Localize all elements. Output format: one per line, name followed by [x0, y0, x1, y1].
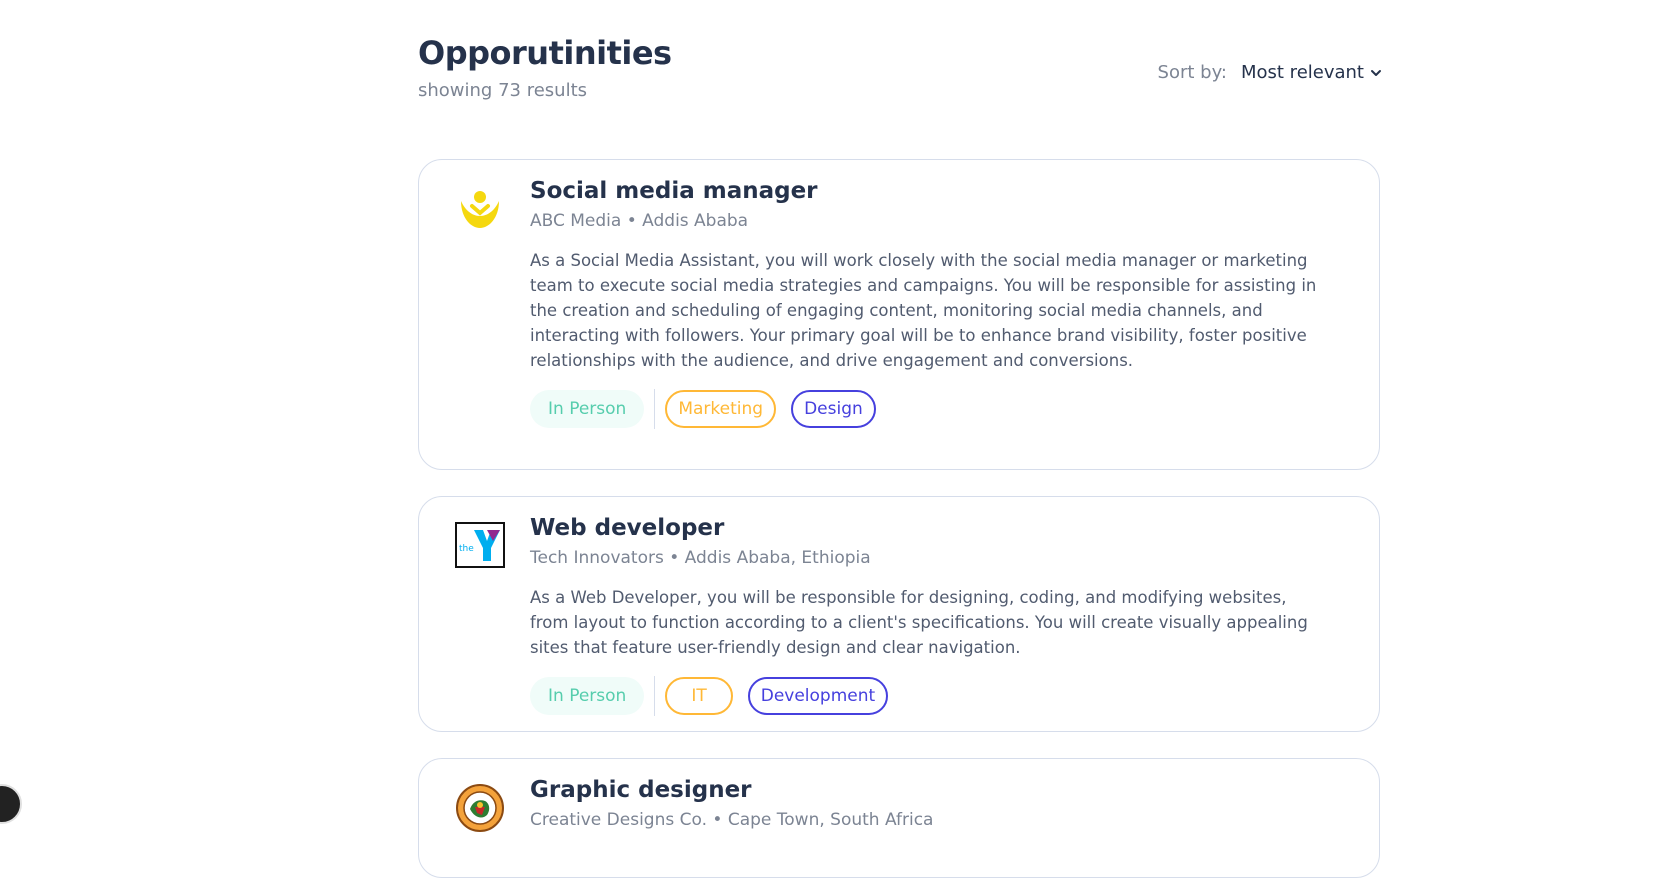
job-card[interactable]: the Web developer Tech Innovators • Addi… — [418, 496, 1380, 732]
page-header: Opporutinities showing 73 results Sort b… — [418, 0, 1382, 158]
page-title: Opporutinities — [418, 34, 672, 72]
opportunities-page: Opporutinities showing 73 results Sort b… — [418, 0, 1382, 878]
tag-divider — [654, 676, 656, 716]
sort-value: Most relevant — [1240, 62, 1364, 83]
job-card-body: Graphic designer Creative Designs Co. • … — [530, 775, 1320, 831]
job-title[interactable]: Graphic designer — [530, 775, 1320, 805]
yellow-person-logo-icon — [456, 185, 504, 233]
circular-emblem-logo-icon — [456, 784, 504, 832]
job-title[interactable]: Social media manager — [530, 176, 1320, 206]
job-card[interactable]: Graphic designer Creative Designs Co. • … — [418, 758, 1380, 878]
sort-label: Sort by: — [1157, 62, 1227, 83]
job-description: As a Web Developer, you will be responsi… — [530, 588, 1308, 657]
job-tags: In Person Marketing Design — [530, 389, 1320, 429]
job-company-location: Tech Innovators • Addis Ababa, Ethiopia — [530, 548, 871, 568]
tag-divider — [654, 389, 656, 429]
location-tag: In Person — [530, 390, 645, 428]
job-card-body: Web developer Tech Innovators • Addis Ab… — [530, 513, 1320, 716]
sort-control: Sort by: Most relevant — [1158, 62, 1382, 83]
location-tag: In Person — [530, 677, 645, 715]
category-tag: Marketing — [665, 390, 777, 428]
the-y-logo-icon: the — [455, 522, 505, 568]
chevron-down-icon — [1371, 69, 1381, 76]
category-tag: IT — [665, 677, 733, 715]
category-tag: Design — [791, 390, 876, 428]
results-count: showing 73 results — [418, 80, 588, 101]
category-tag: Development — [747, 677, 889, 715]
job-company-location: ABC Media • Addis Ababa — [530, 211, 749, 231]
job-card-body: Social media manager ABC Media • Addis A… — [530, 176, 1320, 429]
floating-widget-button[interactable] — [0, 784, 22, 824]
logo-text: the — [459, 544, 474, 554]
job-tags: In Person IT Development — [530, 676, 1320, 716]
job-card[interactable]: Social media manager ABC Media • Addis A… — [418, 159, 1380, 470]
job-description: As a Social Media Assistant, you will wo… — [530, 251, 1317, 370]
sort-dropdown[interactable]: Most relevant — [1241, 62, 1382, 83]
job-title[interactable]: Web developer — [530, 513, 1320, 543]
